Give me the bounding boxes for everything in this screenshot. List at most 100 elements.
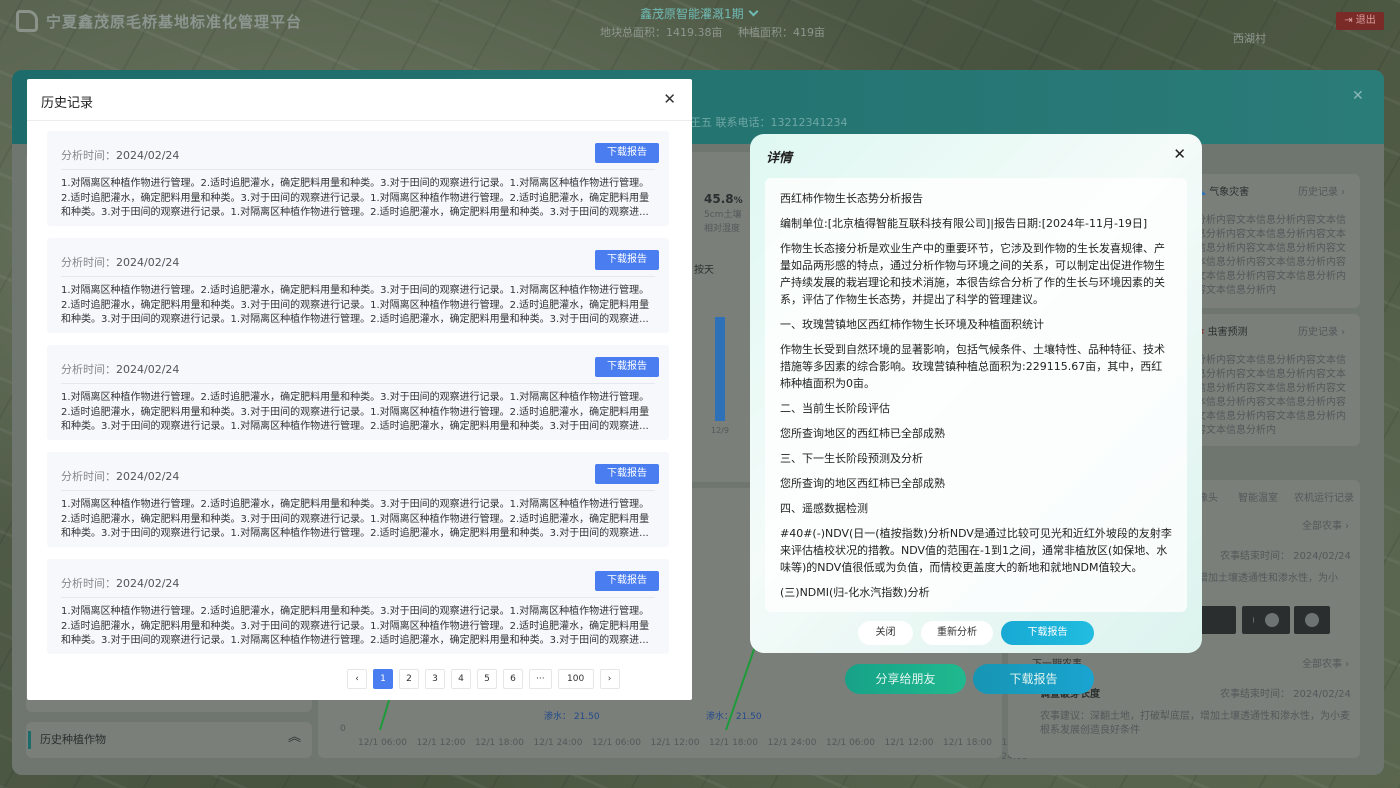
- x-tick-label: 12/1 06:00: [826, 738, 876, 748]
- download-report-button[interactable]: 下载报告: [973, 664, 1094, 694]
- analysis-time-label: 分析时间：: [61, 363, 116, 376]
- project-selector[interactable]: 鑫茂原智能灌溉1期: [640, 5, 759, 22]
- detail-modal: 详情 ✕ 西红柿作物生长态势分析报告 编制单位:[北京植得智能互联科技有限公司]|…: [750, 134, 1202, 653]
- chart-bar: [715, 317, 725, 421]
- history-record: 分析时间：2024/02/24 下载报告 1.对隔离区种植作物进行管理。2.适时追肥…: [47, 345, 669, 440]
- pest-title-wrap: ✱ 虫害预测: [1196, 326, 1248, 340]
- all-farming-link-1[interactable]: 全部农事 ›: [1302, 520, 1349, 534]
- record-summary: 1.对隔离区种植作物进行管理。2.适时追肥灌水，确定肥料用量和种类。3.对于田间…: [61, 285, 650, 325]
- farming-tip-2: 农事建议：深翻土地，打破犁底层，增加土壤透通性和渗水性，为小麦根系发展创造良好条…: [1040, 711, 1350, 736]
- pagination-page[interactable]: 2: [399, 669, 419, 689]
- download-report-button[interactable]: 下载报告: [595, 571, 659, 591]
- all-farming-link-2[interactable]: 全部农事 ›: [1302, 658, 1349, 672]
- download-report-button[interactable]: 下载报告: [595, 464, 659, 484]
- humidity-value: 45.8: [704, 192, 734, 206]
- record-summary: 1.对隔离区种植作物进行管理。2.适时追肥灌水，确定肥料用量和种类。3.对于田间…: [61, 178, 650, 218]
- report-paragraph: 四、遥感数据检测: [780, 502, 868, 515]
- tab-greenhouse[interactable]: 智能温室: [1238, 492, 1278, 506]
- pagination-page[interactable]: 3: [425, 669, 445, 689]
- logout-button[interactable]: ⇥ 退出: [1336, 12, 1384, 30]
- report-paragraph: 作物生长态接分析是欢业生产中的重要环节，它涉及到作物的生长发喜规律、产量如品两形…: [780, 242, 1165, 306]
- detail-modal-title: 详情: [766, 151, 793, 166]
- farming-tip-1: 增加土壤透通性和渗水性，为小: [1198, 573, 1338, 584]
- report-text: 西红柿作物生长态势分析报告 编制单位:[北京植得智能互联科技有限公司]|报告日期:…: [780, 190, 1172, 609]
- weather-history-link[interactable]: 历史记录 ›: [1298, 186, 1345, 200]
- history-record: 分析时间：2024/02/24 下载报告 1.对隔离区种植作物进行管理。2.适时追肥…: [47, 559, 669, 654]
- humidity-value-wrap: 45.8%: [704, 192, 743, 208]
- pest-history-link[interactable]: 历史记录 ›: [1298, 326, 1345, 340]
- report-paragraph: 作物生长受到自然环境的显著影响，包括气候条件、土壤特性、品种特征、技术措施等多因…: [780, 343, 1165, 390]
- pagination-page[interactable]: 100: [557, 669, 594, 689]
- close-icon[interactable]: ✕: [1173, 145, 1186, 163]
- video-thumb[interactable]: [1200, 606, 1236, 634]
- close-button[interactable]: 关闭: [858, 621, 913, 645]
- pagination-page[interactable]: 6: [503, 669, 523, 689]
- divider: [61, 276, 655, 277]
- x-tick-label: 12/1 24:00: [533, 738, 583, 748]
- pagination-page[interactable]: 4: [451, 669, 471, 689]
- video-thumb[interactable]: [1254, 606, 1290, 634]
- detail-actions: 关闭 重新分析 下载报告: [750, 621, 1202, 645]
- analysis-time-value: 2024/02/24: [116, 149, 180, 162]
- report-paragraph: 三、下一生长阶段预测及分析: [780, 452, 923, 465]
- download-report-button[interactable]: 下载报告: [595, 250, 659, 270]
- x-tick-label: 12/1 06:00: [358, 738, 408, 748]
- report-paragraph: 编制单位:[北京植得智能互联科技有限公司]|报告日期:[2024年-11月-19…: [780, 217, 1148, 230]
- chevron-up-icon[interactable]: ︽: [288, 731, 301, 745]
- pest-text: 分析内容文本信息分析内容文本信息分析内容文本信息分析内容文本信息分析内容文本信息…: [1196, 355, 1346, 436]
- pagination-page[interactable]: 5: [477, 669, 497, 689]
- app-logo: [16, 10, 38, 32]
- record-summary: 1.对隔离区种植作物进行管理。2.适时追肥灌水，确定肥料用量和种类。3.对于田间…: [61, 499, 650, 539]
- close-icon[interactable]: ✕: [1352, 88, 1364, 104]
- x-tick-label: 12/1 18:00: [709, 738, 759, 748]
- analysis-time-value: 2024/02/24: [116, 577, 180, 590]
- weather-title: 气象灾害: [1209, 187, 1250, 198]
- report-content[interactable]: 西红柿作物生长态势分析报告 编制单位:[北京植得智能互联科技有限公司]|报告日期:…: [765, 178, 1187, 612]
- history-record: 分析时间：2024/02/24 下载报告 1.对隔离区种植作物进行管理。2.适时追肥…: [47, 131, 669, 226]
- all-farming-label-2: 全部农事: [1302, 659, 1342, 670]
- pest-title: 虫害预测: [1207, 327, 1248, 338]
- farming-end-2: 农事结束时间： 2024/02/24: [1220, 689, 1351, 700]
- report-paragraph: #40#(-)NDV(日一(植按指数)分析NDV是通过比较可见光和近红外坡段的友…: [780, 527, 1172, 574]
- download-report-button[interactable]: 下载报告: [1001, 621, 1094, 645]
- app-title: 宁夏鑫茂原毛桥基地标准化管理平台: [46, 13, 303, 31]
- report-paragraph: 您所查询的地区西红柿已全部成熟: [780, 477, 945, 490]
- play-icon: [1305, 613, 1319, 627]
- humidity-label: 5cm土壤 相对湿度: [704, 210, 742, 234]
- humidity-unit: %: [733, 196, 743, 206]
- analysis-time-label: 分析时间：: [61, 577, 116, 590]
- top-bar: 宁夏鑫茂原毛桥基地标准化管理平台 鑫茂原智能灌溉1期 地块总面积：1419.38…: [0, 0, 1400, 62]
- analysis-time: 分析时间：2024/02/24: [61, 468, 179, 484]
- report-paragraph: 二、当前生长阶段评估: [780, 402, 890, 415]
- video-thumb[interactable]: [1294, 606, 1330, 634]
- download-report-button[interactable]: 下载报告: [595, 143, 659, 163]
- pagination-next-button[interactable]: ›: [599, 669, 620, 689]
- by-day-select[interactable]: 按天: [694, 264, 714, 278]
- accent-bar: [28, 731, 31, 749]
- download-report-button[interactable]: 下载报告: [595, 357, 659, 377]
- chevron-down-icon: [748, 6, 759, 17]
- analysis-time-label: 分析时间：: [61, 149, 116, 162]
- history-record: 分析时间：2024/02/24 下载报告 1.对隔离区种植作物进行管理。2.适时追肥…: [47, 238, 669, 333]
- logout-icon: ⇥: [1344, 15, 1356, 26]
- pagination-prev-button[interactable]: ‹: [347, 669, 367, 689]
- report-paragraph: (三)NDMI(归-化水汽指数)分析: [780, 586, 930, 599]
- analysis-time-value: 2024/02/24: [116, 363, 180, 376]
- tab-machinery[interactable]: 农机运行记录: [1294, 492, 1354, 506]
- record-summary: 1.对隔离区种植作物进行管理。2.适时追肥灌水，确定肥料用量和种类。3.对于田间…: [61, 606, 650, 646]
- pagination-page[interactable]: ···: [529, 669, 552, 689]
- area-summary: 地块总面积：1419.38亩 种植面积：419亩: [600, 24, 837, 40]
- divider: [61, 383, 655, 384]
- analysis-time: 分析时间：2024/02/24: [61, 254, 179, 270]
- reanalyze-button[interactable]: 重新分析: [921, 621, 993, 645]
- pagination-page[interactable]: 1: [373, 669, 393, 689]
- weather-text: 分析内容文本信息分析内容文本信息分析内容文本信息分析内容文本信息分析内容文本信息…: [1196, 215, 1346, 296]
- x-tick-label: 12/1 12:00: [416, 738, 466, 748]
- weather-title-wrap: ☁ 气象灾害: [1196, 186, 1249, 200]
- close-icon[interactable]: ✕: [663, 90, 676, 108]
- history-modal-title: 历史记录: [41, 96, 94, 111]
- divider: [61, 169, 655, 170]
- analysis-time-value: 2024/02/24: [116, 256, 180, 269]
- share-button[interactable]: 分享给朋友: [845, 664, 966, 694]
- history-crop-bar[interactable]: 历史种植作物 ︽: [26, 722, 312, 758]
